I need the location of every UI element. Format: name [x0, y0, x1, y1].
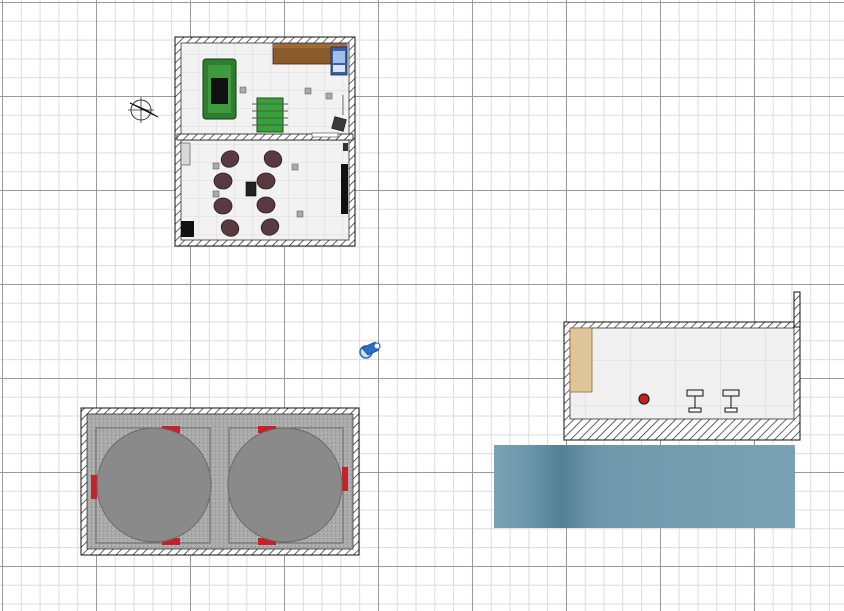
floor-plan-drawing: [80, 36, 801, 556]
stool[interactable]: [325, 92, 333, 100]
compass-icon[interactable]: [128, 97, 159, 123]
stool[interactable]: [304, 87, 312, 95]
stool[interactable]: [212, 162, 220, 170]
punching-bag[interactable]: [638, 393, 650, 405]
door[interactable]: [311, 132, 339, 138]
armchair[interactable]: [213, 172, 233, 190]
billiard-table[interactable]: [202, 58, 237, 120]
vending-machine[interactable]: [330, 46, 348, 76]
coffee-table[interactable]: [245, 181, 257, 197]
building-game-lounge[interactable]: [174, 36, 356, 247]
fridge[interactable]: [180, 142, 191, 166]
armchair[interactable]: [256, 196, 276, 214]
cabinet[interactable]: [569, 327, 593, 393]
stool[interactable]: [239, 86, 247, 94]
building-gym[interactable]: [563, 291, 801, 441]
camera-icon[interactable]: [359, 341, 381, 359]
stool[interactable]: [212, 190, 220, 198]
stool[interactable]: [296, 210, 304, 218]
foosball-table[interactable]: [252, 97, 288, 133]
armchair[interactable]: [256, 172, 276, 190]
side-table[interactable]: [331, 116, 347, 132]
armchair[interactable]: [213, 197, 233, 215]
stool[interactable]: [291, 163, 299, 171]
speaker[interactable]: [181, 221, 194, 237]
swimming-pool[interactable]: [494, 445, 795, 528]
